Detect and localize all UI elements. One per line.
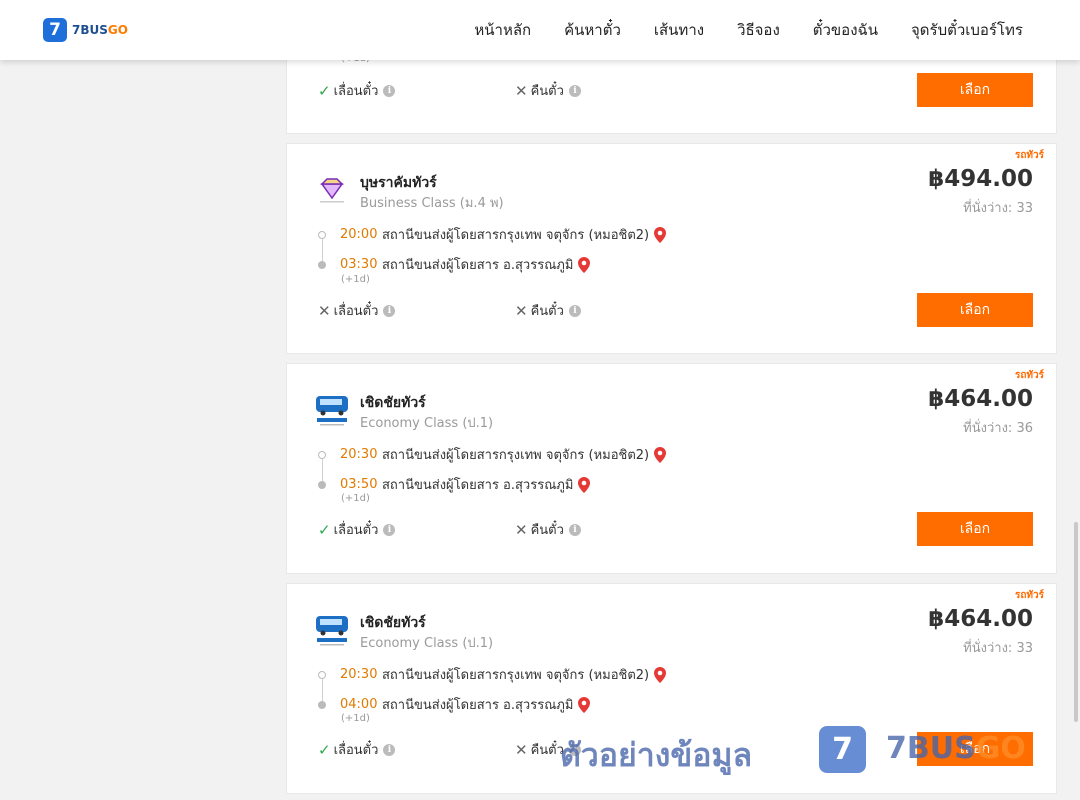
reschedule-policy: ✓ เลื่อนตั๋ว i <box>318 80 396 101</box>
page-scrollbar[interactable] <box>1072 60 1080 800</box>
plus-day-label: (+1d) <box>341 493 370 504</box>
arrival-time: 03:50 <box>340 477 378 492</box>
bus-type-tag: รถทัวร์ <box>1014 590 1044 601</box>
trip-card: รถทัวร์ บุษราคัมทัวร์ Business Class (ม.… <box>286 143 1057 354</box>
info-icon[interactable]: i <box>383 84 396 97</box>
arrival-time: 03:30 <box>340 257 378 272</box>
arrival-station: สถานีขนส่งผู้โดยสาร อ.สุวรรณภูมิ <box>382 258 574 273</box>
select-button[interactable]: เลือก <box>917 512 1033 546</box>
operator-logo <box>316 616 348 646</box>
info-icon[interactable]: i <box>383 304 396 317</box>
operator-name: เชิดชัยทัวร์ <box>360 395 426 411</box>
nav-pickup-points[interactable]: จุดรับตั๋วเบอร์โทร <box>911 18 1023 42</box>
departure-time: 20:30 <box>340 447 378 462</box>
bus-type-tag: รถทัวร์ <box>1014 150 1044 161</box>
map-pin-icon[interactable] <box>578 256 591 273</box>
logo-text: 7BUSGO <box>72 23 128 37</box>
operator-name: บุษราคัมทัวร์ <box>360 175 437 191</box>
watermark-text: ตัวอย่างข้อมูล <box>560 736 753 774</box>
plus-day-label: (+1d) <box>341 274 370 285</box>
departure-stop: 20:00 สถานีขนส่งผู้โดยสารกรุงเทพ จตุจักร… <box>318 224 667 245</box>
arrival-station: สถานีขนส่งผู้โดยสาร อ.สุวรรณภูมิ <box>382 478 574 493</box>
departure-station: สถานีขนส่งผู้โดยสารกรุงเทพ จตุจักร (หมอช… <box>382 228 650 243</box>
departure-dot <box>318 450 326 459</box>
trip-card: รถทัวร์ เชิดชัยทัวร์ Economy Class (ป.1)… <box>286 363 1057 574</box>
info-icon[interactable]: i <box>568 304 581 317</box>
refund-policy: ✕ คืนตั๋ว i <box>515 80 581 101</box>
watermark-brand: 7BUSGO <box>886 731 1026 766</box>
operator-logo <box>320 178 344 203</box>
info-icon[interactable]: i <box>383 523 396 536</box>
departure-time: 20:30 <box>340 667 378 682</box>
info-icon[interactable]: i <box>383 743 396 756</box>
map-pin-icon[interactable] <box>578 476 591 493</box>
arrival-time: 04:00 <box>340 697 378 712</box>
x-icon: ✕ <box>515 301 528 320</box>
info-icon[interactable]: i <box>568 523 581 536</box>
arrival-dot <box>318 700 326 709</box>
watermark-logo: 7 <box>819 726 866 773</box>
main-nav: หน้าหลัก ค้นหาตั๋ว เส้นทาง วิธีจอง ตั๋วข… <box>474 18 1023 42</box>
reschedule-policy: ✓ เลื่อนตั๋ว i <box>318 519 396 540</box>
seats-available: ที่นั่งว่าง: 36 <box>963 421 1033 436</box>
arrival-station: สถานีขนส่งผู้โดยสาร อ.สุวรรณภูมิ <box>382 698 574 713</box>
map-pin-icon[interactable] <box>654 666 667 683</box>
x-icon: ✕ <box>318 301 331 320</box>
reschedule-policy: ✕ เลื่อนตั๋ว i <box>318 300 396 321</box>
arrival-stop: 03:30 สถานีขนส่งผู้โดยสาร อ.สุวรรณภูมิ <box>318 254 591 275</box>
select-button[interactable]: เลือก <box>917 73 1033 107</box>
select-button[interactable]: เลือก <box>917 293 1033 327</box>
departure-time: 20:00 <box>340 227 378 242</box>
bus-class: Economy Class (ป.1) <box>360 416 494 431</box>
price: ฿464.00 <box>928 606 1033 632</box>
map-pin-icon[interactable] <box>654 446 667 463</box>
departure-stop: 20:30 สถานีขนส่งผู้โดยสารกรุงเทพ จตุจักร… <box>318 444 667 465</box>
departure-station: สถานีขนส่งผู้โดยสารกรุงเทพ จตุจักร (หมอช… <box>382 668 650 683</box>
x-icon: ✕ <box>515 740 528 759</box>
departure-station: สถานีขนส่งผู้โดยสารกรุงเทพ จตุจักร (หมอช… <box>382 448 650 463</box>
bus-type-tag: รถทัวร์ <box>1014 370 1044 381</box>
map-pin-icon[interactable] <box>654 226 667 243</box>
x-icon: ✕ <box>515 520 528 539</box>
x-icon: ✕ <box>515 81 528 100</box>
nav-how-to-book[interactable]: วิธีจอง <box>737 18 780 42</box>
reschedule-policy: ✓ เลื่อนตั๋ว i <box>318 739 396 760</box>
site-header: 7 7BUSGO หน้าหลัก ค้นหาตั๋ว เส้นทาง วิธี… <box>0 0 1080 60</box>
arrival-stop: 03:50 สถานีขนส่งผู้โดยสาร อ.สุวรรณภูมิ <box>318 474 591 495</box>
nav-search-ticket[interactable]: ค้นหาตั๋ว <box>564 18 621 42</box>
operator-logo <box>316 396 348 426</box>
refund-policy: ✕ คืนตั๋ว i <box>515 519 581 540</box>
check-icon: ✓ <box>318 520 331 539</box>
check-icon: ✓ <box>318 740 331 759</box>
departure-dot <box>318 230 326 239</box>
price: ฿494.00 <box>928 166 1033 192</box>
logo-mark: 7 <box>43 18 67 42</box>
brand-logo[interactable]: 7 7BUSGO <box>43 18 128 42</box>
nav-routes[interactable]: เส้นทาง <box>654 18 704 42</box>
departure-stop: 20:30 สถานีขนส่งผู้โดยสารกรุงเทพ จตุจักร… <box>318 664 667 685</box>
scrollbar-thumb[interactable] <box>1074 522 1078 722</box>
nav-my-tickets[interactable]: ตั๋วของฉัน <box>813 18 878 42</box>
operator-name: เชิดชัยทัวร์ <box>360 615 426 631</box>
plus-day-label: (+1d) <box>341 713 370 724</box>
arrival-stop: 04:00 สถานีขนส่งผู้โดยสาร อ.สุวรรณภูมิ <box>318 694 591 715</box>
seats-available: ที่นั่งว่าง: 33 <box>963 201 1033 216</box>
nav-home[interactable]: หน้าหลัก <box>474 18 531 42</box>
arrival-dot <box>318 480 326 489</box>
departure-dot <box>318 670 326 679</box>
bus-class: Economy Class (ป.1) <box>360 636 494 651</box>
bus-class: Business Class (ม.4 พ) <box>360 196 504 211</box>
info-icon[interactable]: i <box>568 84 581 97</box>
map-pin-icon[interactable] <box>578 696 591 713</box>
price: ฿464.00 <box>928 386 1033 412</box>
arrival-dot <box>318 260 326 269</box>
check-icon: ✓ <box>318 81 331 100</box>
seats-available: ที่นั่งว่าง: 33 <box>963 641 1033 656</box>
refund-policy: ✕ คืนตั๋ว i <box>515 300 581 321</box>
